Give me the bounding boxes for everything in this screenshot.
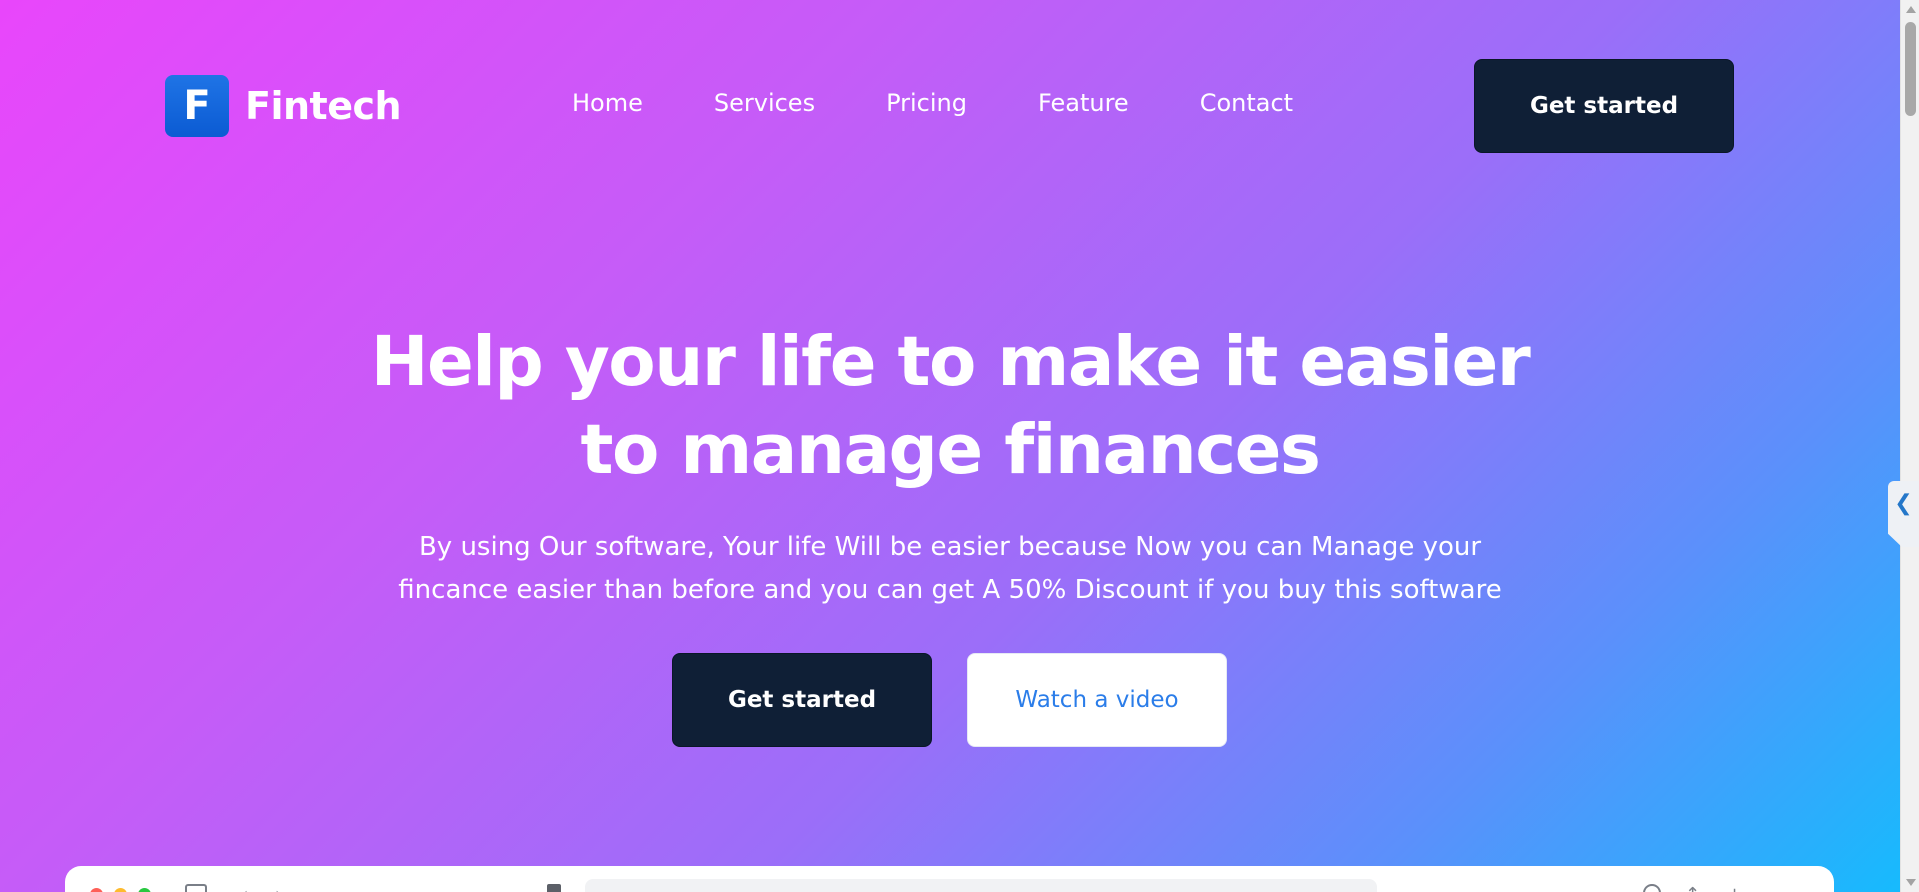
- main-nav: Home Services Pricing Feature Contact: [572, 89, 1293, 117]
- mockup-address-bar: [585, 879, 1377, 892]
- add-tab-icon: ↑: [1685, 884, 1700, 892]
- minimize-dot-icon: [114, 888, 127, 892]
- hero-subtitle-line-2: fincance easier than before and you can …: [398, 575, 1502, 605]
- tabs-icon: +: [1727, 884, 1742, 892]
- nav-item-feature[interactable]: Feature: [1038, 89, 1129, 117]
- maximize-dot-icon: [138, 888, 151, 892]
- brand-logo[interactable]: F Fintech: [165, 75, 402, 137]
- share-icon: [1643, 884, 1661, 892]
- nav-item-home[interactable]: Home: [572, 89, 643, 117]
- nav-item-contact[interactable]: Contact: [1200, 89, 1293, 117]
- scroll-down-arrow-icon[interactable]: [1906, 879, 1916, 886]
- hero-title-line-1: Help your life to make it easier: [370, 322, 1531, 402]
- scroll-up-arrow-icon[interactable]: [1906, 6, 1916, 13]
- side-panel-toggle[interactable]: ❮: [1888, 481, 1919, 547]
- hero-title-line-2: to manage finances: [580, 410, 1321, 490]
- collapse-chevron-icon: ❮: [1894, 491, 1913, 516]
- hero-title: Help your life to make it easier to mana…: [250, 318, 1650, 494]
- watch-video-button[interactable]: Watch a video: [967, 653, 1227, 747]
- scroll-thumb[interactable]: [1905, 22, 1916, 116]
- sidebar-icon: [185, 884, 207, 892]
- shield-icon: [547, 884, 561, 892]
- header-get-started-button[interactable]: Get started: [1474, 59, 1734, 153]
- landing-page: F Fintech Home Services Pricing Feature …: [0, 0, 1900, 892]
- hero-get-started-button[interactable]: Get started: [672, 653, 932, 747]
- nav-item-pricing[interactable]: Pricing: [886, 89, 967, 117]
- logo-mark-icon: F: [165, 75, 229, 137]
- forward-icon: ›: [275, 884, 282, 892]
- site-header: F Fintech Home Services Pricing Feature …: [0, 0, 1900, 210]
- page-scrollbar[interactable]: [1900, 0, 1919, 892]
- back-icon: ‹: [241, 884, 248, 892]
- browser-mockup-preview: ‹ › ↑ +: [65, 866, 1834, 892]
- hero-subtitle-line-1: By using Our software, Your life Will be…: [418, 532, 1482, 562]
- close-dot-icon: [90, 888, 103, 892]
- hero-actions: Get started Watch a video: [672, 653, 1227, 747]
- nav-item-services[interactable]: Services: [714, 89, 815, 117]
- window-controls: [90, 888, 162, 892]
- hero-subtitle: By using Our software, Your life Will be…: [300, 526, 1600, 612]
- brand-name: Fintech: [245, 84, 402, 128]
